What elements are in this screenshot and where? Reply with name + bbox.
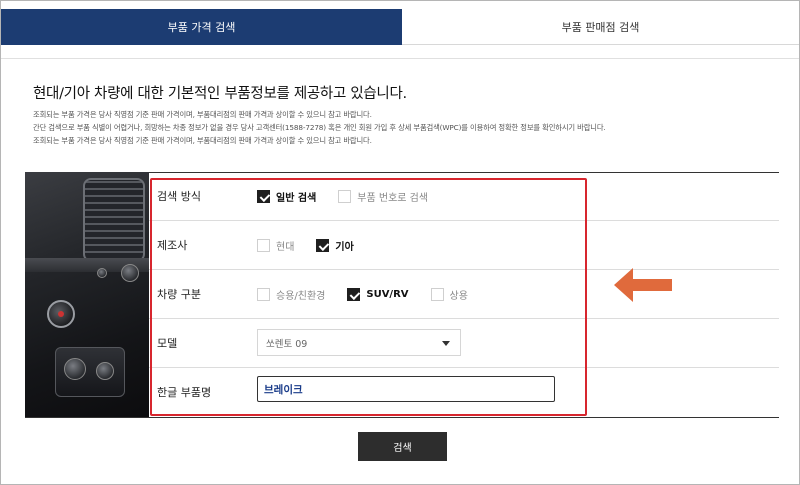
row-vehicle-type: 차량 구분 승용/친환경 SUV/RV 상용 xyxy=(149,270,779,319)
option-label: 상용 xyxy=(449,291,468,302)
part-name-input[interactable] xyxy=(257,376,555,402)
checkbox-empty-icon[interactable] xyxy=(430,288,444,301)
model-select[interactable]: 쏘렌토 09 xyxy=(257,329,461,356)
form-bottom-border xyxy=(25,417,779,418)
control-knob-graphic xyxy=(96,362,114,380)
air-vent-graphic xyxy=(83,178,145,262)
checkbox-empty-icon[interactable] xyxy=(257,288,270,301)
checkbox-empty-icon[interactable] xyxy=(257,239,270,252)
option-passenger-eco[interactable]: 승용/친환경 xyxy=(257,287,325,302)
option-label: 현대 xyxy=(276,242,295,253)
model-selected-value: 쏘렌토 09 xyxy=(266,338,308,350)
control-knob-graphic xyxy=(121,264,139,282)
maker-options: 현대 기아 xyxy=(257,221,376,270)
notice-line: 조회되는 부품 가격은 당사 직영점 기준 판매 가격이며, 부품대리점의 판매… xyxy=(33,136,372,145)
part-name-label: 한글 부품명 xyxy=(157,386,212,399)
notice-line: 간단 검색으로 부품 식별이 어렵거나, 희망하는 차종 정보가 없을 경우 당… xyxy=(33,123,606,132)
tab-part-price-search[interactable]: 부품 가격 검색 xyxy=(1,9,402,45)
option-commercial[interactable]: 상용 xyxy=(430,287,468,302)
control-knob-graphic xyxy=(97,268,107,278)
row-maker: 제조사 현대 기아 xyxy=(149,221,779,270)
checkbox-checked-icon[interactable] xyxy=(257,190,270,203)
option-label: 부품 번호로 검색 xyxy=(357,193,429,204)
checkbox-checked-icon[interactable] xyxy=(347,288,361,301)
checkbox-checked-icon[interactable] xyxy=(316,239,330,252)
maker-label: 제조사 xyxy=(157,239,188,252)
option-suv-rv[interactable]: SUV/RV xyxy=(347,288,409,301)
option-label: 기아 xyxy=(335,242,354,253)
row-model: 모델 쏘렌토 09 xyxy=(149,319,779,368)
dropdown-caret-icon[interactable] xyxy=(442,341,450,346)
left-arrow-icon xyxy=(614,268,672,302)
climate-control-graphic xyxy=(55,347,125,397)
option-general-search[interactable]: 일반 검색 xyxy=(257,189,316,204)
arrow-shape xyxy=(614,268,672,302)
search-button[interactable]: 검색 xyxy=(358,432,447,461)
model-label: 모델 xyxy=(157,337,178,350)
row-part-name: 한글 부품명 xyxy=(149,368,779,417)
option-kia[interactable]: 기아 xyxy=(316,238,354,253)
page-headline: 현대/기아 차량에 대한 기본적인 부품정보를 제공하고 있습니다. xyxy=(33,86,407,102)
option-label: 일반 검색 xyxy=(276,193,317,204)
option-part-number-search[interactable]: 부품 번호로 검색 xyxy=(338,189,428,204)
start-button-graphic xyxy=(47,300,75,328)
tab-dealer-search[interactable]: 부품 판매점 검색 xyxy=(402,9,799,45)
row-search-method: 검색 방식 일반 검색 부품 번호로 검색 xyxy=(149,172,779,221)
vehicle-type-label: 차량 구분 xyxy=(157,288,201,301)
option-label: SUV/RV xyxy=(366,289,409,300)
search-method-label: 검색 방식 xyxy=(157,190,201,203)
control-knob-graphic xyxy=(64,358,86,380)
vehicle-type-options: 승용/친환경 SUV/RV 상용 xyxy=(257,270,490,319)
divider xyxy=(1,58,799,59)
search-form: 검색 방식 일반 검색 부품 번호로 검색 제조사 현대 기아 차량 구분 승용… xyxy=(149,172,779,418)
tab-bar: 부품 가격 검색 부품 판매점 검색 xyxy=(1,9,799,45)
checkbox-empty-icon[interactable] xyxy=(338,190,352,203)
notice-list: 조회되는 부품 가격은 당사 직영점 기준 판매 가격이며, 부품대리점의 판매… xyxy=(33,108,793,147)
option-label: 승용/친환경 xyxy=(276,291,326,302)
car-interior-image xyxy=(25,172,149,418)
search-method-options: 일반 검색 부품 번호로 검색 xyxy=(257,172,450,221)
option-hyundai[interactable]: 현대 xyxy=(257,238,294,253)
notice-line: 조회되는 부품 가격은 당사 직영점 기준 판매 가격이며, 부품대리점의 판매… xyxy=(33,110,372,119)
